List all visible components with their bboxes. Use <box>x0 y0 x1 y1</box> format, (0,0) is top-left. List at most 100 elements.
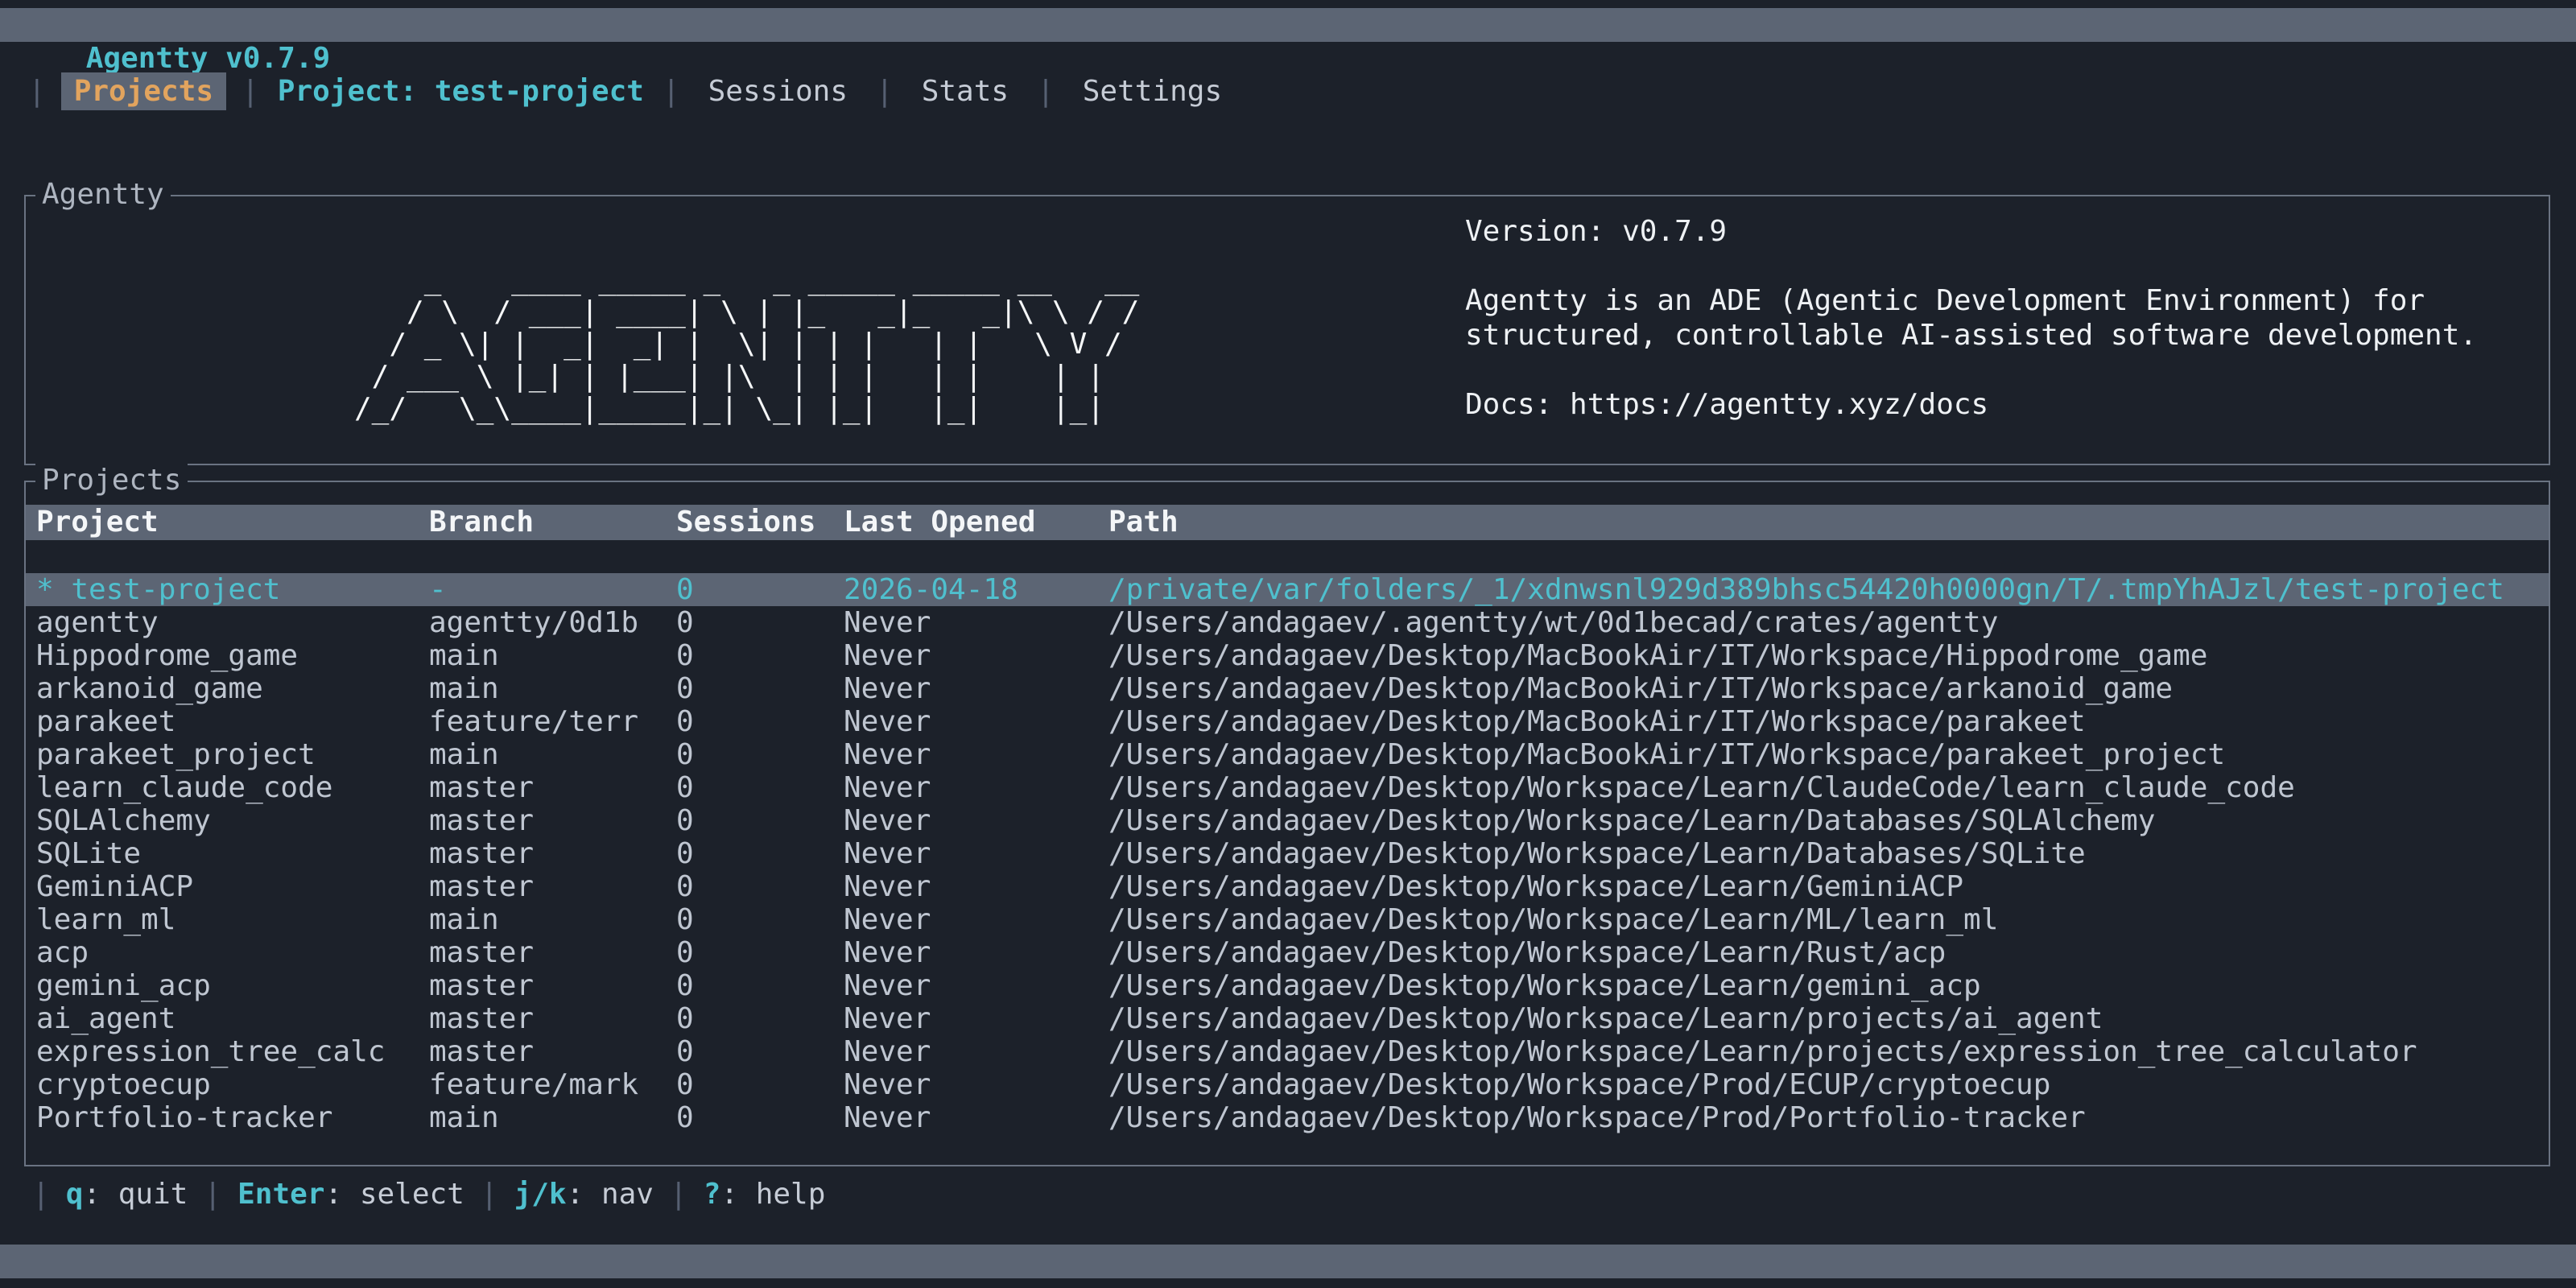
cell-sessions: 0 <box>676 1002 844 1035</box>
status-bar: /private/var/folders/_1/xdnwsnl929d389bh… <box>0 1245 2576 1278</box>
column-header-branch: Branch <box>429 505 676 540</box>
column-header-last-opened: Last Opened <box>844 505 1108 540</box>
cell-sessions: 0 <box>676 804 844 837</box>
cell-project: expression_tree_calc <box>36 1035 429 1068</box>
help-action: : select <box>324 1178 464 1211</box>
table-row[interactable]: ai_agent master 0 Never /Users/andagaev/… <box>26 1002 2549 1035</box>
cell-project: cryptoecup <box>36 1068 429 1101</box>
tab[interactable]: | Settings <box>1022 72 1235 110</box>
cell-sessions: 0 <box>676 672 844 705</box>
help-separator: | <box>481 1178 498 1211</box>
help-separator: | <box>32 1178 50 1211</box>
tab-label[interactable]: Projects <box>61 72 226 110</box>
cell-last-opened: Never <box>844 606 1108 639</box>
cell-last-opened: Never <box>844 738 1108 771</box>
cell-sessions: 0 <box>676 936 844 969</box>
column-header-project: Project <box>36 505 429 540</box>
cell-sessions: 0 <box>676 1035 844 1068</box>
cell-sessions: 0 <box>676 870 844 903</box>
cell-path: /Users/andagaev/Desktop/MacBookAir/IT/Wo… <box>1108 672 2549 705</box>
tab-label[interactable]: Sessions <box>696 72 861 110</box>
tab[interactable]: | Project: test-project <box>226 72 647 110</box>
cell-branch: main <box>429 672 676 705</box>
cell-branch: master <box>429 1035 676 1068</box>
ascii-logo-line: /_/ \_\____|_____|_| \_| |_| |_| |_| <box>354 393 1139 425</box>
cell-path: /Users/andagaev/Desktop/Workspace/Learn/… <box>1108 903 2549 936</box>
cell-project: Hippodrome_game <box>36 639 429 672</box>
cell-last-opened: Never <box>844 969 1108 1002</box>
table-row[interactable]: cryptoecup feature/mark 0 Never /Users/a… <box>26 1068 2549 1101</box>
cell-project: * test-project <box>36 573 429 606</box>
cell-path: /Users/andagaev/Desktop/Workspace/Prod/P… <box>1108 1101 2549 1134</box>
cell-last-opened: Never <box>844 672 1108 705</box>
cell-branch: main <box>429 903 676 936</box>
column-header-path: Path <box>1108 505 2549 540</box>
tab-separator: | <box>242 75 259 108</box>
table-row[interactable]: SQLAlchemy master 0 Never /Users/andagae… <box>26 804 2549 837</box>
cell-branch: master <box>429 969 676 1002</box>
help-key: Enter <box>237 1178 324 1211</box>
cell-sessions: 0 <box>676 738 844 771</box>
table-row[interactable]: * test-project - 0 2026-04-18 /private/v… <box>26 573 2549 606</box>
cell-sessions: 0 <box>676 639 844 672</box>
table-row[interactable]: expression_tree_calc master 0 Never /Use… <box>26 1035 2549 1068</box>
cell-path: /Users/andagaev/Desktop/Workspace/Learn/… <box>1108 837 2549 870</box>
cell-sessions: 0 <box>676 1068 844 1101</box>
cell-path: /Users/andagaev/.agentty/wt/0d1becad/cra… <box>1108 606 2549 639</box>
help-item: | j/k: nav <box>464 1178 654 1211</box>
table-row[interactable]: arkanoid_game main 0 Never /Users/andaga… <box>26 672 2549 705</box>
cell-branch: master <box>429 837 676 870</box>
table-row[interactable]: Hippodrome_game main 0 Never /Users/anda… <box>26 639 2549 672</box>
cell-path: /Users/andagaev/Desktop/Workspace/Learn/… <box>1108 969 2549 1002</box>
cell-branch: main <box>429 738 676 771</box>
cell-project: learn_claude_code <box>36 771 429 804</box>
cell-project: parakeet <box>36 705 429 738</box>
projects-box-title: Projects <box>35 463 188 498</box>
cell-last-opened: Never <box>844 1101 1108 1134</box>
tab[interactable]: | Projects <box>13 72 226 110</box>
help-key: j/k <box>514 1178 567 1211</box>
description-line-1: Agentty is an ADE (Agentic Development E… <box>1465 283 2425 318</box>
tab-label[interactable]: Settings <box>1070 72 1235 110</box>
help-separator: | <box>204 1178 221 1211</box>
tab[interactable]: | Stats <box>861 72 1022 110</box>
help-item: | ?: help <box>654 1178 825 1211</box>
cell-path: /Users/andagaev/Desktop/Workspace/Learn/… <box>1108 804 2549 837</box>
table-header: Project Branch Sessions Last Opened Path <box>26 505 2549 540</box>
tab-label[interactable]: Project: test-project <box>275 72 647 110</box>
cell-path: /Users/andagaev/Desktop/Workspace/Learn/… <box>1108 870 2549 903</box>
cell-last-opened: Never <box>844 1002 1108 1035</box>
cell-last-opened: 2026-04-18 <box>844 573 1108 606</box>
tab[interactable]: | Sessions <box>647 72 861 110</box>
help-key: q <box>66 1178 84 1211</box>
tab-separator: | <box>28 75 46 108</box>
tab-label[interactable]: Stats <box>909 72 1022 110</box>
cell-last-opened: Never <box>844 804 1108 837</box>
cell-sessions: 0 <box>676 771 844 804</box>
table-row[interactable]: GeminiACP master 0 Never /Users/andagaev… <box>26 870 2549 903</box>
table-row[interactable]: learn_claude_code master 0 Never /Users/… <box>26 771 2549 804</box>
table-row[interactable]: SQLite master 0 Never /Users/andagaev/De… <box>26 837 2549 870</box>
cell-project: SQLite <box>36 837 429 870</box>
help-action: : nav <box>567 1178 654 1211</box>
cell-branch: master <box>429 870 676 903</box>
table-row[interactable]: parakeet feature/terr 0 Never /Users/and… <box>26 705 2549 738</box>
cell-sessions: 0 <box>676 837 844 870</box>
table-row[interactable]: parakeet_project main 0 Never /Users/and… <box>26 738 2549 771</box>
agentty-ascii-logo: _ ____ _____ _ _ _____ _____ __ __ / \ /… <box>354 264 1139 425</box>
table-row[interactable]: acp master 0 Never /Users/andagaev/Deskt… <box>26 936 2549 969</box>
cell-last-opened: Never <box>844 1068 1108 1101</box>
table-row[interactable]: agentty agentty/0d1b 0 Never /Users/anda… <box>26 606 2549 639</box>
docs-link[interactable]: Docs: https://agentty.xyz/docs <box>1465 387 1988 422</box>
table-row[interactable]: learn_ml main 0 Never /Users/andagaev/De… <box>26 903 2549 936</box>
cell-last-opened: Never <box>844 903 1108 936</box>
cell-branch: feature/terr <box>429 705 676 738</box>
table-row[interactable]: gemini_acp master 0 Never /Users/andagae… <box>26 969 2549 1002</box>
cell-path: /Users/andagaev/Desktop/Workspace/Learn/… <box>1108 936 2549 969</box>
cell-last-opened: Never <box>844 936 1108 969</box>
cell-sessions: 0 <box>676 573 844 606</box>
cell-sessions: 0 <box>676 705 844 738</box>
table-row[interactable]: Portfolio-tracker main 0 Never /Users/an… <box>26 1101 2549 1134</box>
help-key: ? <box>704 1178 721 1211</box>
ascii-logo-line: / \ / ___| ____| \ | |_ _|_ _|\ \ / / <box>354 296 1139 328</box>
